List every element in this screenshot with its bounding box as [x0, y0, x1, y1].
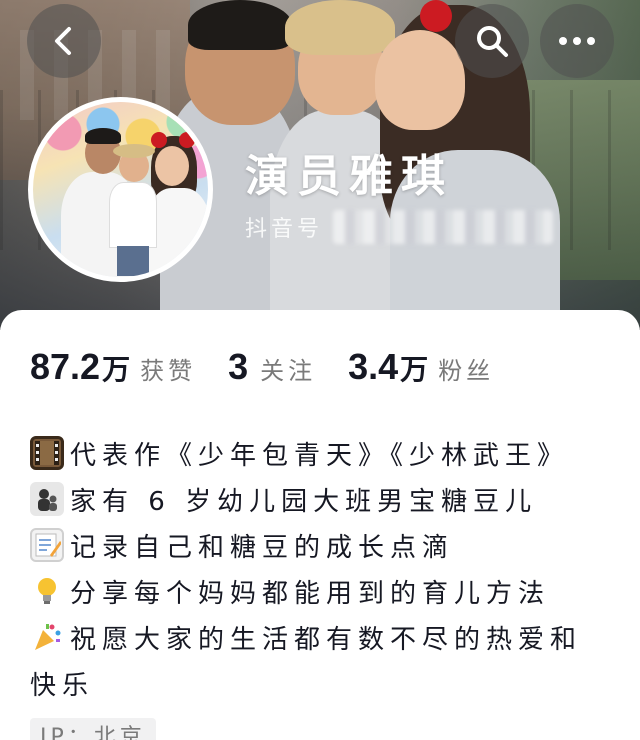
more-horizontal-icon: [559, 37, 595, 45]
bio-line: 祝愿大家的生活都有数不尽的热爱和: [30, 614, 620, 660]
avatar-mother-head: [155, 146, 189, 186]
profile-header: 演员雅琪 抖音号: [0, 0, 640, 330]
bio-line-text: 分享每个妈妈都能用到的育儿方法: [70, 578, 551, 609]
stat-likes[interactable]: 87.2 万 获赞: [30, 346, 196, 388]
back-button[interactable]: [27, 4, 101, 78]
avatar-child: [109, 182, 157, 248]
cover-photo-child-hat: [285, 0, 395, 55]
stat-followers[interactable]: 3.4 万 粉丝: [348, 346, 494, 388]
avatar[interactable]: [28, 97, 213, 282]
nickname: 演员雅琪: [245, 151, 453, 202]
douyin-id-label: 抖音号: [245, 217, 324, 242]
cover-photo-mother-head: [375, 30, 465, 130]
bio-line-text: 代表作《少年包青天》《少林武王》: [70, 440, 570, 471]
more-button[interactable]: [540, 4, 614, 78]
party-popper-icon: [30, 620, 64, 654]
ip-location-tag: IP：北京: [30, 718, 156, 740]
bio: 代表作《少年包青天》《少林武王》 家有 6 岁幼儿园大班男宝糖豆儿 记录自己和糖…: [30, 430, 620, 706]
avatar-child-hat: [113, 144, 155, 158]
stat-likes-unit: 万: [102, 353, 131, 386]
stat-following-number: 3: [228, 346, 249, 387]
cover-photo-mouse-ear: [420, 0, 452, 32]
bio-line: 记录自己和糖豆的成长点滴: [30, 522, 620, 568]
douyin-id-row[interactable]: 抖音号: [245, 210, 554, 244]
stat-followers-unit: 万: [400, 353, 429, 386]
bio-line-text: 记录自己和糖豆的成长点滴: [70, 532, 455, 563]
stat-followers-number: 3.4: [348, 346, 399, 387]
avatar-mouse-ear-left: [151, 132, 167, 148]
profile-card: 87.2 万 获赞 3 关注 3.4 万 粉丝 代表作《少年包青天》《少林武王》…: [0, 310, 640, 740]
douyin-id-value-blurred: [333, 210, 554, 244]
stat-followers-label: 粉丝: [438, 357, 495, 385]
bio-line: 分享每个妈妈都能用到的育儿方法: [30, 568, 620, 614]
search-icon: [477, 26, 508, 57]
stats-row: 87.2 万 获赞 3 关注 3.4 万 粉丝: [30, 346, 526, 388]
stat-likes-number: 87.2: [30, 346, 101, 387]
avatar-father-hair: [85, 128, 121, 144]
bio-line: 代表作《少年包青天》《少林武王》: [30, 430, 620, 476]
light-bulb-icon: [30, 574, 64, 608]
stat-likes-label: 获赞: [140, 357, 197, 385]
stat-following[interactable]: 3 关注: [228, 346, 316, 388]
cover-photo-father-hair: [188, 0, 292, 50]
family-icon: [30, 482, 64, 516]
bio-line-text: 家有 6 岁幼儿园大班男宝糖豆儿: [70, 486, 538, 517]
avatar-child-legs: [117, 246, 149, 276]
chevron-left-icon: [55, 27, 71, 55]
bio-line-text: 祝愿大家的生活都有数不尽的热爱和: [70, 624, 583, 655]
avatar-mouse-ear-right: [179, 132, 195, 148]
film-frames-icon: [30, 436, 64, 470]
search-button[interactable]: [455, 4, 529, 78]
memo-icon: [30, 528, 64, 562]
bio-line: 家有 6 岁幼儿园大班男宝糖豆儿: [30, 476, 620, 522]
bio-continuation: 快乐: [30, 670, 95, 701]
stat-following-label: 关注: [260, 357, 317, 385]
